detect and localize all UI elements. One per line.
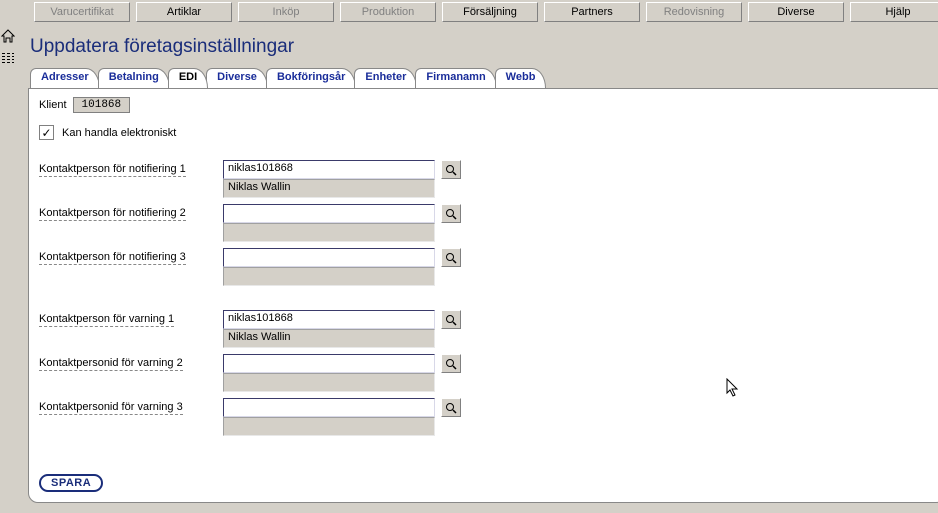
warn1-lookup[interactable] (441, 310, 461, 329)
notif3-lookup[interactable] (441, 248, 461, 267)
magnifier-icon (445, 358, 457, 370)
tab-betalning[interactable]: Betalning (98, 68, 170, 88)
nav-produktion[interactable]: Produktion (340, 2, 436, 22)
magnifier-icon (445, 252, 457, 264)
tab-bokforingsar[interactable]: Bokföringsår (266, 68, 356, 88)
magnifier-icon (445, 314, 457, 326)
klient-label: Klient (39, 99, 67, 111)
nav-hjalp[interactable]: Hjälp (850, 2, 938, 22)
tab-diverse[interactable]: Diverse (206, 68, 268, 88)
edi-panel: Klient 101868 ✓ Kan handla elektroniskt … (28, 88, 938, 503)
electronic-trade-checkbox[interactable]: ✓ (39, 125, 54, 140)
left-rail (0, 0, 16, 513)
notif1-display: Niklas Wallin (223, 179, 435, 198)
notif2-label: Kontaktperson för notifiering 2 (39, 207, 186, 221)
tab-webb[interactable]: Webb (495, 68, 547, 88)
klient-value: 101868 (73, 97, 131, 113)
warn1-input[interactable]: niklas101868 (223, 310, 435, 329)
list-icon[interactable] (0, 50, 16, 66)
save-button[interactable]: SPARA (39, 474, 103, 492)
nav-artiklar[interactable]: Artiklar (136, 2, 232, 22)
magnifier-icon (445, 164, 457, 176)
electronic-trade-label: Kan handla elektroniskt (62, 127, 176, 139)
notif3-label: Kontaktperson för notifiering 3 (39, 251, 186, 265)
tab-edi[interactable]: EDI (168, 68, 208, 88)
top-nav: Varucertifikat Artiklar Inköp Produktion… (16, 2, 938, 24)
page-title: Uppdatera företagsinställningar (16, 24, 938, 68)
warn3-input[interactable] (223, 398, 435, 417)
warn2-label: Kontaktpersonid för varning 2 (39, 357, 183, 371)
warn2-input[interactable] (223, 354, 435, 373)
notif2-input[interactable] (223, 204, 435, 223)
notif1-label: Kontaktperson för notifiering 1 (39, 163, 186, 177)
warn2-display (223, 373, 435, 392)
notif3-input[interactable] (223, 248, 435, 267)
tab-firmanamn[interactable]: Firmanamn (415, 68, 496, 88)
warn2-lookup[interactable] (441, 354, 461, 373)
notif3-display (223, 267, 435, 286)
nav-diverse[interactable]: Diverse (748, 2, 844, 22)
warn3-lookup[interactable] (441, 398, 461, 417)
tab-enheter[interactable]: Enheter (354, 68, 417, 88)
warn1-label: Kontaktperson för varning 1 (39, 313, 174, 327)
magnifier-icon (445, 208, 457, 220)
magnifier-icon (445, 402, 457, 414)
nav-forsaljning[interactable]: Försäljning (442, 2, 538, 22)
notif1-lookup[interactable] (441, 160, 461, 179)
nav-inkop[interactable]: Inköp (238, 2, 334, 22)
notif2-display (223, 223, 435, 242)
nav-partners[interactable]: Partners (544, 2, 640, 22)
nav-varucertifikat[interactable]: Varucertifikat (34, 2, 130, 22)
notif1-input[interactable]: niklas101868 (223, 160, 435, 179)
notif2-lookup[interactable] (441, 204, 461, 223)
warn3-label: Kontaktpersonid för varning 3 (39, 401, 183, 415)
home-icon[interactable] (0, 28, 16, 44)
warn1-display: Niklas Wallin (223, 329, 435, 348)
tab-strip: Adresser Betalning EDI Diverse Bokföring… (16, 68, 938, 88)
nav-redovisning[interactable]: Redovisning (646, 2, 742, 22)
tab-adresser[interactable]: Adresser (30, 68, 100, 88)
warn3-display (223, 417, 435, 436)
